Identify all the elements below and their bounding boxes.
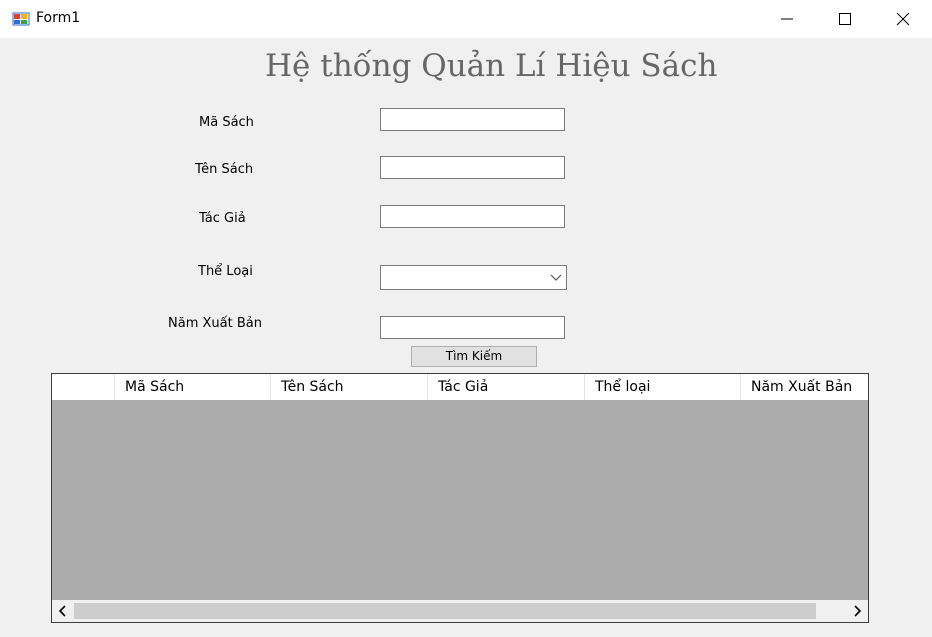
ten-sach-input[interactable] — [380, 156, 565, 179]
ma-sach-label: Mã Sách — [199, 115, 254, 130]
column-header-ma-sach[interactable]: Mã Sách — [115, 374, 271, 400]
page-title: Hệ thống Quản Lí Hiệu Sách — [265, 48, 718, 84]
column-header-nam-xuat-ban[interactable]: Năm Xuất Bản — [741, 374, 868, 400]
nam-xuat-ban-input[interactable] — [380, 316, 565, 339]
close-button[interactable] — [874, 0, 932, 38]
column-header-ten-sach[interactable]: Tên Sách — [271, 374, 428, 400]
search-button[interactable]: Tìm Kiếm — [411, 346, 537, 367]
minimize-button[interactable] — [758, 0, 816, 38]
maximize-icon — [839, 13, 851, 25]
tac-gia-input[interactable] — [380, 205, 565, 228]
ten-sach-label: Tên Sách — [195, 162, 254, 177]
minimize-icon — [781, 18, 793, 20]
column-header-the-loai[interactable]: Thể loại — [585, 374, 741, 400]
title-bar: Form1 — [0, 0, 932, 38]
books-grid[interactable]: Mã Sách Tên Sách Tác Giả Thể loại Năm Xu… — [51, 373, 869, 623]
horizontal-scrollbar[interactable] — [52, 600, 868, 622]
the-loai-dropdown[interactable] — [380, 265, 567, 290]
scroll-right-icon[interactable] — [852, 605, 862, 617]
maximize-button[interactable] — [816, 0, 874, 38]
scroll-left-icon[interactable] — [58, 605, 68, 617]
nam-xuat-ban-label: Năm Xuất Bản — [168, 316, 262, 331]
column-header-tac-gia[interactable]: Tác Giả — [428, 374, 585, 400]
tac-gia-label: Tác Giả — [199, 211, 246, 226]
ma-sach-input[interactable] — [380, 108, 565, 131]
window-title: Form1 — [36, 10, 81, 26]
close-icon — [896, 12, 910, 26]
app-icon — [12, 10, 30, 28]
chevron-down-icon — [550, 274, 562, 281]
grid-header: Mã Sách Tên Sách Tác Giả Thể loại Năm Xu… — [52, 374, 868, 400]
row-header-corner — [52, 374, 115, 400]
the-loai-label: Thể Loại — [198, 264, 253, 279]
scrollbar-thumb[interactable] — [74, 603, 816, 619]
